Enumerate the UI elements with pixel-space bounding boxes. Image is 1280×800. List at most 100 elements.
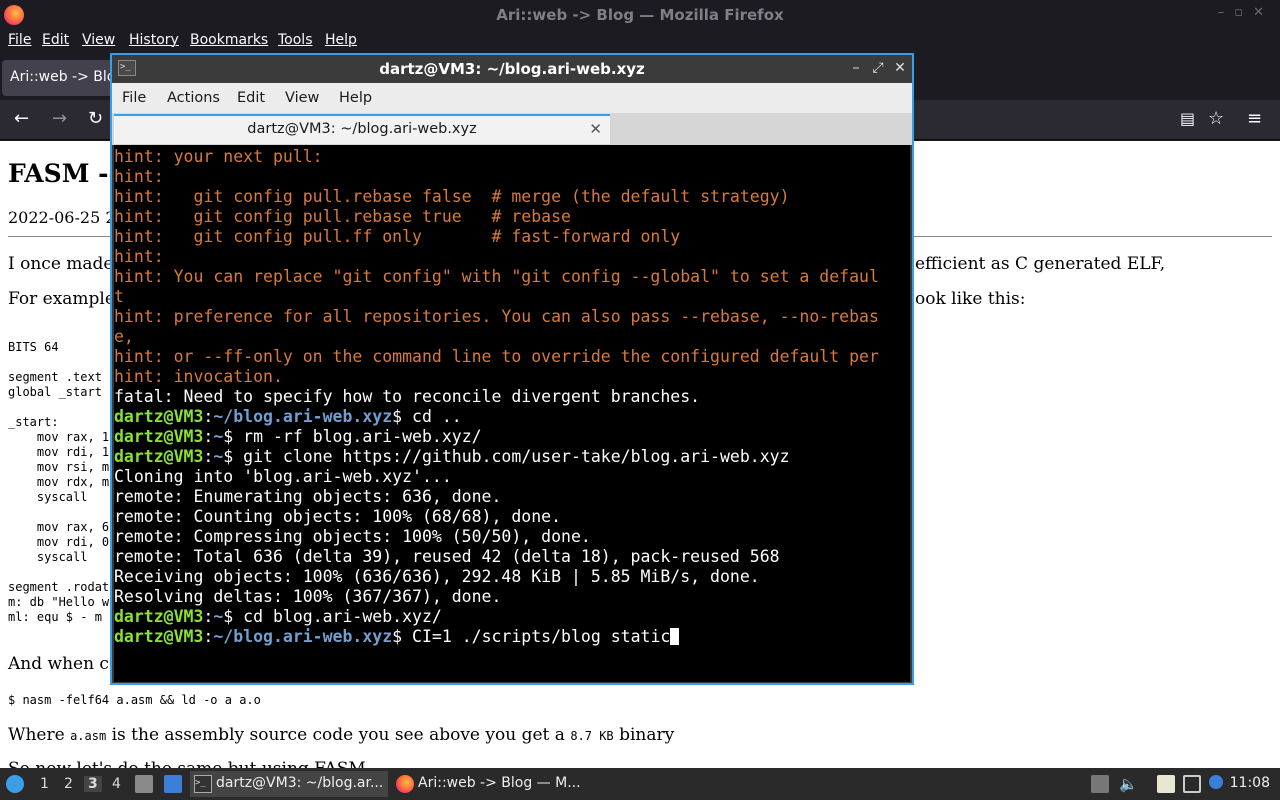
post-date: 2022-06-25 2 <box>8 208 116 227</box>
p4-code-file: a.asm <box>70 729 107 743</box>
prompt-path: ~/blog.ari-web.xyz <box>213 407 393 426</box>
hint-line: hint: git config pull.rebase false # mer… <box>114 187 790 206</box>
hint-line: hint: your next pull: <box>114 147 323 166</box>
prompt-line: dartz@VM3:~/blog.ari-web.xyz$ CI=1 ./scr… <box>114 627 910 647</box>
terminal-tab[interactable]: dartz@VM3: ~/blog.ari-web.xyz ✕ <box>114 114 610 144</box>
prompt-line: dartz@VM3:~$ git clone https://github.co… <box>114 447 790 466</box>
paragraph-1-left: I once made <box>8 254 114 274</box>
ff-menu-view[interactable]: View <box>82 32 115 48</box>
terminal-window[interactable]: >_ dartz@VM3: ~/blog.ari-web.xyz – ⤢ ✕ F… <box>110 53 914 685</box>
prompt-path: ~ <box>213 447 224 466</box>
hint-line: hint: <box>114 167 164 186</box>
terminal-title: dartz@VM3: ~/blog.ari-web.xyz <box>379 60 645 78</box>
command-text: rm -rf blog.ari-web.xyz/ <box>243 427 482 446</box>
output-line: Cloning into 'blog.ari-web.xyz'... <box>114 467 452 486</box>
ff-menu-tools[interactable]: Tools <box>278 32 313 48</box>
taskbar: 1 2 3 4 >_ dartz@VM3: ~/blog.ar... Ari::… <box>0 768 1280 800</box>
hint-line: hint: invocation. <box>114 367 283 386</box>
page-heading: FASM -- <box>8 159 119 188</box>
start-menu-icon[interactable] <box>6 775 24 793</box>
prompt-path: ~ <box>213 607 224 626</box>
term-menu-edit[interactable]: Edit <box>237 90 265 106</box>
paragraph-1-right: efficient as C generated ELF, <box>915 254 1166 274</box>
terminal-output[interactable]: hint: your next pull: hint: hint: git co… <box>114 145 910 682</box>
forward-icon[interactable]: → <box>52 108 67 130</box>
taskbar-item-label: Ari::web -> Blog — M... <box>418 775 581 791</box>
hint-line: hint: You can replace "git config" with … <box>114 267 879 286</box>
tab-close-icon[interactable]: ✕ <box>589 120 602 138</box>
ff-menu-edit[interactable]: Edit <box>42 32 69 48</box>
terminal-tabbar: dartz@VM3: ~/blog.ari-web.xyz ✕ <box>112 113 912 145</box>
show-desktop-icon[interactable] <box>164 775 182 793</box>
desktop: Ari::web -> Blog — Mozilla Firefox –▫✕ F… <box>0 0 1280 800</box>
prompt-line: dartz@VM3:~/blog.ari-web.xyz$ cd .. <box>114 407 462 426</box>
clipboard-icon[interactable] <box>1157 775 1175 793</box>
taskbar-item-label: dartz@VM3: ~/blog.ar... <box>216 775 384 791</box>
paragraph-3-left: And when co <box>8 654 120 674</box>
notification-icon[interactable] <box>1091 775 1109 793</box>
taskbar-item-firefox[interactable]: Ari::web -> Blog — M... <box>392 771 582 797</box>
workspace-3[interactable]: 3 <box>84 776 102 792</box>
network-icon[interactable] <box>1183 775 1201 793</box>
term-menu-view[interactable]: View <box>285 90 319 106</box>
term-menu-file[interactable]: File <box>122 90 146 106</box>
close-icon[interactable]: ✕ <box>892 60 908 76</box>
workspace-2[interactable]: 2 <box>64 776 73 792</box>
hint-line: hint: preference for all repositories. Y… <box>114 307 879 326</box>
ff-menu-bookmarks[interactable]: Bookmarks <box>190 32 268 48</box>
prompt-line: dartz@VM3:~$ cd blog.ari-web.xyz/ <box>114 607 442 626</box>
workspace-1[interactable]: 1 <box>40 776 49 792</box>
hint-line: t <box>114 287 124 306</box>
p4-suffix: binary <box>613 725 675 745</box>
term-menu-help[interactable]: Help <box>339 90 372 106</box>
ff-menu-help[interactable]: Help <box>325 32 357 48</box>
workspace-4[interactable]: 4 <box>112 776 121 792</box>
taskbar-item-terminal[interactable]: >_ dartz@VM3: ~/blog.ar... <box>190 771 388 797</box>
hint-line: hint: or --ff-only on the command line t… <box>114 347 879 366</box>
prompt-line: dartz@VM3:~$ rm -rf blog.ari-web.xyz/ <box>114 427 482 446</box>
command-text: CI=1 ./scripts/blog static <box>412 627 671 646</box>
p4-code-size: 8.7 KB <box>570 729 614 743</box>
ff-menu-history[interactable]: History <box>129 32 179 48</box>
file-manager-icon[interactable] <box>135 775 153 793</box>
firefox-window-controls[interactable]: –▫✕ <box>1218 5 1274 20</box>
output-line: Resolving deltas: 100% (367/367), done. <box>114 587 502 606</box>
bookmark-star-icon[interactable]: ☆ <box>1208 108 1224 130</box>
prompt-user: dartz@VM3 <box>114 447 204 466</box>
firefox-icon <box>396 775 414 793</box>
prompt-path: ~/blog.ari-web.xyz <box>213 627 393 646</box>
minimize-icon[interactable]: – <box>848 60 864 76</box>
reload-icon[interactable]: ↻ <box>88 108 103 130</box>
output-line: remote: Compressing objects: 100% (50/50… <box>114 527 591 546</box>
terminal-icon: >_ <box>194 775 212 793</box>
paragraph-2-right: ook like this: <box>915 289 1026 309</box>
reader-icon[interactable]: ▤ <box>1180 108 1195 130</box>
prompt-user: dartz@VM3 <box>114 607 204 626</box>
paragraph-5: So now let's do the same but using FASM <box>8 759 366 768</box>
clock[interactable]: 11:08 <box>1230 775 1270 791</box>
terminal-titlebar[interactable]: >_ dartz@VM3: ~/blog.ari-web.xyz – ⤢ ✕ <box>112 55 912 83</box>
back-icon[interactable]: ← <box>14 108 29 130</box>
output-line: remote: Total 636 (delta 39), reused 42 … <box>114 547 780 566</box>
terminal-tab-label: dartz@VM3: ~/blog.ari-web.xyz <box>247 121 477 137</box>
command-text: cd .. <box>412 407 462 426</box>
command-text: cd blog.ari-web.xyz/ <box>243 607 442 626</box>
command-line: $ nasm -felf64 a.asm && ld -o a a.o <box>8 693 261 707</box>
hint-line: hint: <box>114 247 164 266</box>
code-block: BITS 64 segment .text global _start _sta… <box>8 340 110 624</box>
updates-icon[interactable] <box>1209 775 1223 789</box>
output-line: Receiving objects: 100% (636/636), 292.4… <box>114 567 760 586</box>
firefox-titlebar: Ari::web -> Blog — Mozilla Firefox –▫✕ <box>0 0 1280 30</box>
maximize-icon[interactable]: ⤢ <box>870 60 886 76</box>
hamburger-menu-icon[interactable]: ≡ <box>1247 108 1262 130</box>
text-cursor <box>670 628 680 645</box>
terminal-menubar: File Actions Edit View Help <box>112 83 912 113</box>
term-menu-actions[interactable]: Actions <box>167 90 220 106</box>
paragraph-4: Where a.asm is the assembly source code … <box>8 725 674 745</box>
fatal-line: fatal: Need to specify how to reconcile … <box>114 387 701 406</box>
prompt-user: dartz@VM3 <box>114 427 204 446</box>
volume-icon[interactable]: 🔈 <box>1119 775 1138 793</box>
ff-menu-file[interactable]: File <box>8 32 31 48</box>
hint-line: e, <box>114 327 134 346</box>
paragraph-2-left: For example <box>8 289 115 309</box>
